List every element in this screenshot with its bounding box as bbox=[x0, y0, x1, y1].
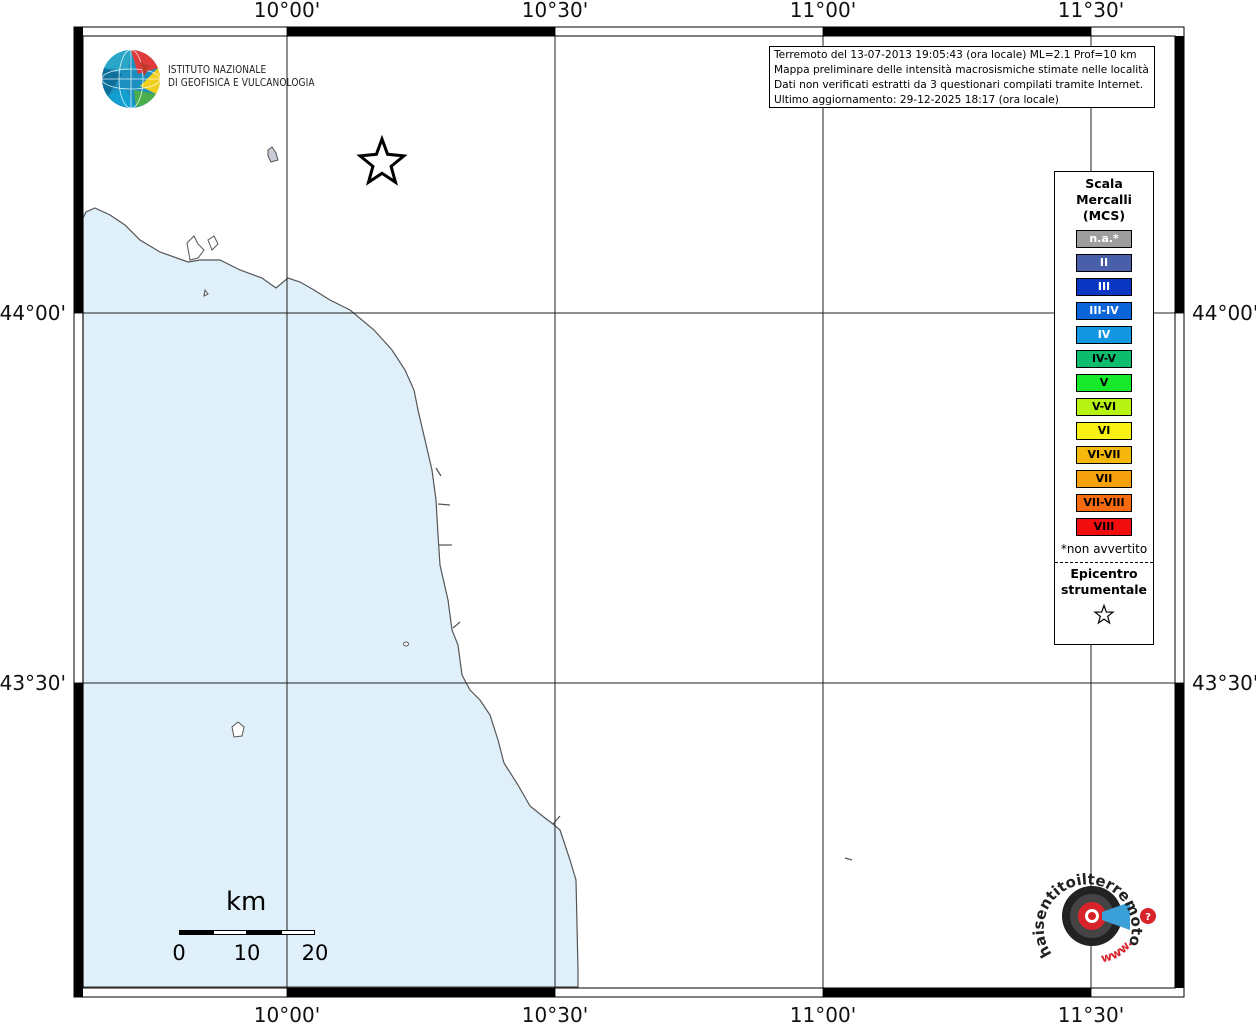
legend-item-5: IV-V bbox=[1076, 350, 1132, 368]
legend-epicenter-label: Epicentro strumentale bbox=[1055, 566, 1153, 598]
legend-divider bbox=[1055, 562, 1153, 563]
right-lat-label: 44°00' bbox=[1192, 301, 1256, 325]
scale-segment bbox=[213, 930, 247, 935]
legend-epicenter-line: Epicentro bbox=[1070, 566, 1138, 581]
legend-item-7: V-VI bbox=[1076, 398, 1132, 416]
legend-items: n.a.* II III III-IV IV IV-V V V-VI VI VI-VII VII VI… bbox=[1055, 230, 1153, 536]
scale-tick-label: 20 bbox=[301, 941, 329, 965]
event-info-box: Terremoto del 13-07-2013 19:05:43 (ora l… bbox=[769, 46, 1155, 108]
legend-title: Scala Mercalli (MCS) bbox=[1055, 176, 1153, 224]
logo-line: ISTITUTO NAZIONALE bbox=[168, 64, 267, 76]
legend-item-6: V bbox=[1076, 374, 1132, 392]
left-lat-label: 44°00' bbox=[0, 301, 66, 325]
scale-bar-graphic bbox=[179, 930, 315, 936]
legend-item-3: III-IV bbox=[1076, 302, 1132, 320]
scale-segment bbox=[281, 930, 315, 935]
ingv-logo: ISTITUTO NAZIONALE DI GEOFISICA E VULCAN… bbox=[100, 46, 320, 110]
island bbox=[403, 641, 409, 647]
legend-item-1: II bbox=[1076, 254, 1132, 272]
scale-tick-label: 0 bbox=[172, 941, 186, 965]
top-lon-label: 11°00' bbox=[790, 0, 856, 22]
event-info-line: Mappa preliminare delle intensità macros… bbox=[774, 64, 1149, 76]
event-info-line: Terremoto del 13-07-2013 19:05:43 (ora l… bbox=[774, 49, 1137, 61]
legend-item-2: III bbox=[1076, 278, 1132, 296]
svg-text:?: ? bbox=[1145, 912, 1151, 923]
legend-item-11: VII-VIII bbox=[1076, 494, 1132, 512]
legend-item-0: n.a.* bbox=[1076, 230, 1132, 248]
bottom-lon-label: 11°00' bbox=[790, 1003, 856, 1024]
legend-item-10: VII bbox=[1076, 470, 1132, 488]
scale-segment bbox=[247, 930, 281, 935]
mcs-legend: Scala Mercalli (MCS) n.a.* II III III-IV IV I… bbox=[1054, 171, 1154, 645]
right-lat-label: 43°30' bbox=[1192, 671, 1256, 695]
scale-segment bbox=[179, 930, 213, 935]
hai-sentito-badge: ? haisentitoilterremoto.it www. bbox=[1026, 844, 1170, 978]
legend-note: *non avvertito bbox=[1060, 542, 1148, 556]
scale-unit: km bbox=[226, 887, 267, 917]
scale-bar: km 0 10 20 bbox=[170, 885, 340, 975]
top-lon-label: 11°30' bbox=[1058, 0, 1124, 22]
legend-item-4: IV bbox=[1076, 326, 1132, 344]
globe-icon bbox=[101, 49, 161, 109]
bottom-lon-label: 11°30' bbox=[1058, 1003, 1124, 1024]
legend-item-12: VIII bbox=[1076, 518, 1132, 536]
legend-star-icon bbox=[1055, 603, 1153, 630]
top-lon-label: 10°30' bbox=[522, 0, 588, 22]
badge-graphic: ? haisentitoilterremoto.it www. bbox=[1026, 844, 1156, 965]
top-lon-label: 10°00' bbox=[254, 0, 320, 22]
legend-title-line: (MCS) bbox=[1082, 208, 1126, 223]
legend-epicenter-line: strumentale bbox=[1060, 582, 1148, 597]
logo-line: DI GEOFISICA E VULCANOLOGIA bbox=[168, 77, 315, 89]
bottom-lon-label: 10°00' bbox=[254, 1003, 320, 1024]
legend-item-8: VI bbox=[1076, 422, 1132, 440]
event-info-line: Ultimo aggiornamento: 29-12-2025 18:17 (… bbox=[774, 94, 1059, 106]
event-info-line: Dati non verificati estratti da 3 questi… bbox=[774, 79, 1144, 91]
scale-tick-label: 10 bbox=[233, 941, 261, 965]
left-lat-label: 43°30' bbox=[0, 671, 66, 695]
bottom-lon-label: 10°30' bbox=[522, 1003, 588, 1024]
legend-item-9: VI-VII bbox=[1076, 446, 1132, 464]
legend-title-line: Scala bbox=[1085, 176, 1123, 191]
legend-title-line: Mercalli bbox=[1076, 192, 1132, 207]
ingv-logo-text: ISTITUTO NAZIONALE DI GEOFISICA E VULCAN… bbox=[168, 64, 315, 90]
